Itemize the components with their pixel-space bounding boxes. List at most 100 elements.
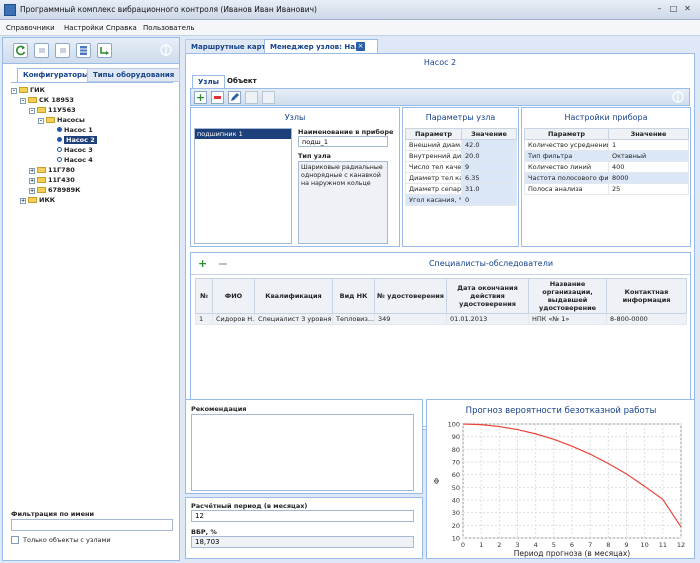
column-header[interactable]: Название организации, выдавшей удостовер… [528,278,607,314]
export-icon [100,47,109,55]
menu-directories[interactable]: Справочники [6,24,55,32]
menu-settings[interactable]: Настройки [64,24,104,32]
param-value[interactable]: 31.0 [461,183,517,195]
tree-node[interactable]: Насос 1 [57,126,93,135]
setting-value[interactable]: 8000 [608,172,689,184]
column-header[interactable]: Параметр [405,128,462,140]
left-panel: Конфигураторы Типы оборудования – ГИК – СК… [2,37,181,561]
tree-node[interactable]: – ГИК [11,86,45,95]
period-field[interactable] [191,510,414,522]
expand-icon[interactable]: + [29,168,35,174]
menu-bar: Справочники Настройки Справка Пользовате… [0,20,700,36]
menu-help[interactable]: Справка [106,24,137,32]
collapse-panel-icon[interactable] [159,42,173,58]
setting-value[interactable]: 1 [608,139,689,151]
close-tab-icon[interactable]: × [356,42,365,51]
collapse-icon[interactable]: – [20,98,26,104]
setting-name: Частота полосового фи... [524,172,609,184]
param-value[interactable]: 9 [461,161,517,173]
export-tool-button[interactable] [97,43,112,58]
setting-value[interactable]: Октавный [608,150,689,162]
column-header[interactable]: Квалификация [254,278,333,314]
node-list-item[interactable]: подшипник 1 [195,129,291,139]
grid-tool-button[interactable] [76,43,91,58]
close-window-button[interactable]: ✕ [682,4,693,15]
column-header[interactable]: № [195,278,213,314]
tree-node[interactable]: +11Г430 [29,176,75,185]
type-field[interactable]: Шариковые радиальные однорядные с канавк… [298,161,388,244]
cell-ndt-type: Тепловиз... [332,313,375,325]
tree-node[interactable]: Насос 3 [57,146,93,155]
folder-icon [37,107,46,113]
x-tick-label: 3 [515,541,519,549]
only-nodes-checkbox[interactable] [11,536,19,544]
refresh-button[interactable] [13,43,28,58]
column-header[interactable]: Значение [608,128,689,140]
setting-value[interactable]: 400 [608,161,689,173]
subtab-nodes[interactable]: Узлы [192,75,225,89]
param-value[interactable]: 42.0 [461,139,517,151]
column-header[interactable]: Контактная информация [606,278,687,314]
tree-node-selected[interactable]: Насос 2 [57,136,97,145]
edit-node-button[interactable] [228,91,241,104]
tree-node[interactable]: +11Г780 [29,166,75,175]
nodes-title: Узлы [284,113,306,122]
remove-specialist-icon[interactable] [219,263,227,265]
disabled-node-button-2[interactable] [262,91,275,104]
column-header[interactable]: Параметр [524,128,609,140]
param-value[interactable]: 20.0 [461,150,517,162]
collapse-icon[interactable]: – [29,108,35,114]
add-node-button[interactable]: + [194,91,207,104]
recommendation-field[interactable] [191,414,414,491]
expand-icon[interactable]: + [20,198,26,204]
collapse-icon[interactable] [671,90,685,106]
tree-node[interactable]: – Насосы [38,116,85,125]
y-tick-label: 50 [452,484,460,492]
column-header[interactable]: Значение [461,128,517,140]
expand-icon[interactable]: + [29,188,35,194]
column-header[interactable]: № удостоверения [374,278,447,314]
minimize-button[interactable]: – [654,4,665,15]
main-area: Маршрутные карты Менеджер узлов: На... ×… [182,37,698,561]
column-header[interactable]: Вид НК [332,278,375,314]
param-name: Внутренний ди... [405,150,462,162]
column-header[interactable]: Дата окончания действия удостоверения [446,278,529,314]
tree-node[interactable]: + ИКК [20,196,55,205]
filter-input[interactable] [11,519,173,531]
param-name: Внешний диам... [405,139,462,151]
tree-node[interactable]: +678989К [29,186,80,195]
table-row[interactable]: 1 Сидоров Н... Специалист 3 уровня Тепло… [195,313,687,325]
device-settings-panel: Настройки прибора Параметр Значение Колич… [521,107,691,247]
menu-user[interactable]: Пользователь [143,24,195,32]
y-tick-label: 40 [452,497,460,505]
x-tick-label: 9 [624,541,628,549]
collapse-icon[interactable]: – [11,88,17,94]
disabled-node-button[interactable] [245,91,258,104]
tab-configurators[interactable]: Конфигураторы [17,68,95,82]
expand-icon[interactable]: + [29,178,35,184]
x-axis-label: Период прогноза (в месяцах) [514,549,630,558]
param-value[interactable]: 0 [461,194,517,206]
setting-value[interactable]: 25 [608,183,689,195]
maximize-button[interactable]: □ [668,4,679,15]
delete-node-button[interactable] [211,91,224,104]
tab-equipment-types[interactable]: Типы оборудования [87,68,181,82]
cell-organization: НПК «№ 1» [528,313,607,325]
tree-node[interactable]: Насос 4 [57,156,93,165]
tree-node[interactable]: –11У563 [29,106,76,115]
param-name: Число тел каче... [405,161,462,173]
param-value[interactable]: 6.35 [461,172,517,184]
refresh-icon [16,45,26,56]
folder-icon [46,117,55,123]
collapse-icon[interactable]: – [38,118,44,124]
add-specialist-icon[interactable]: + [198,257,207,270]
tree-node[interactable]: – СК 18953 [20,96,74,105]
folder-icon [28,97,37,103]
name-field[interactable] [298,136,388,147]
only-nodes-label: Только объекты с узлами [23,536,111,544]
specialists-title: Специалисты-обследователи [428,259,554,268]
subtab-object[interactable]: Объект [222,75,262,89]
disabled-tool-button-2[interactable] [55,43,70,58]
column-header[interactable]: ФИО [212,278,255,314]
disabled-tool-button[interactable] [34,43,49,58]
